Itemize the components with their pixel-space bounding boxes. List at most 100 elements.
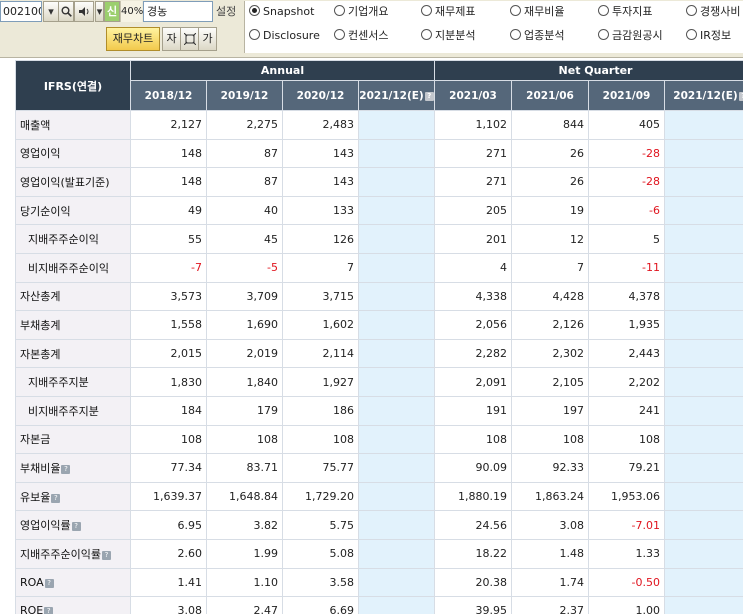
value-cell: 19 <box>511 195 590 226</box>
radio-investment-indicators[interactable]: 투자지표 <box>598 2 652 22</box>
financial-chart-button[interactable]: 재무차트 <box>106 27 160 51</box>
value-cell: 26 <box>511 167 590 197</box>
help-icon[interactable]: ? <box>101 550 111 560</box>
estimate-value-cell <box>357 138 436 169</box>
stock-code-input[interactable]: 002100 <box>0 1 42 22</box>
value-cell: 143 <box>282 138 359 169</box>
help-icon[interactable]: ? <box>61 464 71 474</box>
value-cell: 1.10 <box>206 567 283 598</box>
font-smaller-button[interactable]: 자 <box>162 27 181 51</box>
row-label: 매출액 <box>20 118 51 132</box>
value-cell: 108 <box>434 424 513 455</box>
estimate-value-cell <box>664 453 743 483</box>
radio-competitor-compare[interactable]: 경쟁사비 <box>686 2 740 22</box>
help-icon[interactable]: ? <box>738 91 743 101</box>
estimate-value-cell <box>357 395 436 426</box>
search-button[interactable] <box>58 1 74 22</box>
estimate-value-cell <box>357 510 436 540</box>
radio-fss-disclosure[interactable]: 금감원공시 <box>598 26 663 46</box>
estimate-value-cell <box>357 424 436 455</box>
row-label: ROA <box>20 575 44 589</box>
annual-group-header: Annual <box>129 60 436 81</box>
value-cell: 108 <box>511 424 590 455</box>
estimate-value-cell <box>664 195 743 226</box>
settings-link[interactable]: 설정 <box>216 1 242 22</box>
row-label: 자산총계 <box>20 290 61 304</box>
value-cell: 1.48 <box>511 538 590 569</box>
radio-disclosure[interactable]: Disclosure <box>249 26 320 46</box>
value-cell: 1,840 <box>206 367 283 397</box>
value-cell: 133 <box>282 195 359 226</box>
value-cell: 271 <box>434 138 513 169</box>
radio-ownership-analysis[interactable]: 지분분석 <box>421 26 475 46</box>
value-cell: 201 <box>434 224 513 254</box>
value-cell: 1.33 <box>588 538 666 569</box>
value-cell: 271 <box>434 167 513 197</box>
value-cell: 3.58 <box>282 567 359 598</box>
radio-financial-statements[interactable]: 재무제표 <box>421 2 475 22</box>
radio-industry-analysis[interactable]: 업종분석 <box>510 26 564 46</box>
radio-snapshot[interactable]: Snapshot <box>249 2 314 22</box>
company-name-field[interactable]: 경농 <box>143 1 213 22</box>
value-cell: 2,443 <box>588 338 666 369</box>
value-cell: 1.99 <box>206 538 283 569</box>
radio-consensus[interactable]: 컨센서스 <box>334 26 388 46</box>
value-cell: 1,602 <box>282 310 359 340</box>
table-row: 유보율? 1,639.37 1,648.84 1,729.20 1,880.19 1,86… <box>15 481 743 512</box>
value-cell: 1,102 <box>434 110 513 140</box>
value-cell: 75.77 <box>282 453 359 483</box>
radio-label: IR정보 <box>700 29 732 42</box>
financial-highlight-table: IFRS(연결) Annual Net Quarter 2018/12 2019… <box>15 60 743 614</box>
value-cell: -28 <box>588 138 666 169</box>
estimate-value-cell <box>357 224 436 254</box>
value-cell: 1.00 <box>588 596 666 614</box>
row-label: 지배주주지분 <box>28 376 89 390</box>
new-stock-button[interactable]: 신 <box>104 1 120 22</box>
estimate-value-cell <box>664 138 743 169</box>
value-cell: 5.08 <box>282 538 359 569</box>
row-label-cell: 당기순이익 <box>15 195 131 226</box>
value-cell: 205 <box>434 195 513 226</box>
value-cell: 3,709 <box>206 281 283 312</box>
value-cell: 6.95 <box>130 510 207 540</box>
row-label: 당기순이익 <box>20 204 71 218</box>
radio-dot-icon <box>510 29 521 40</box>
fit-window-button[interactable] <box>180 27 199 51</box>
radio-ir-info[interactable]: IR정보 <box>686 26 731 46</box>
table-row: 비지배주주지분 184 179 186 191 197 241 <box>15 395 743 426</box>
sound-dropdown-button[interactable]: ▾ <box>95 1 104 22</box>
help-icon[interactable]: ? <box>51 493 61 503</box>
value-cell: 108 <box>206 424 283 455</box>
radio-company-overview[interactable]: 기업개요 <box>334 2 388 22</box>
help-icon[interactable]: ? <box>71 522 81 532</box>
row-label-cell: 영업이익 <box>15 138 131 169</box>
estimate-value-cell <box>664 567 743 598</box>
column-header: 2021/06 <box>511 80 590 111</box>
value-cell: 3.08 <box>511 510 590 540</box>
help-icon[interactable]: ? <box>424 91 434 101</box>
value-cell: 126 <box>282 224 359 254</box>
value-cell: 2.60 <box>130 538 207 569</box>
table-row: 지배주주순이익률? 2.60 1.99 5.08 18.22 1.48 1.33 <box>15 538 743 569</box>
zoom-level-label: 40% <box>120 1 143 22</box>
estimate-value-cell <box>357 195 436 226</box>
stock-list-dropdown-button[interactable]: ▾ <box>43 1 59 22</box>
help-icon[interactable]: ? <box>44 607 54 614</box>
help-icon[interactable]: ? <box>44 578 54 588</box>
value-cell: 148 <box>130 138 207 169</box>
table-row: 매출액 2,127 2,275 2,483 1,102 844 405 <box>15 110 743 140</box>
value-cell: 1,648.84 <box>206 481 283 512</box>
radio-financial-ratios[interactable]: 재무비율 <box>510 2 564 22</box>
value-cell: 108 <box>130 424 207 455</box>
sound-button[interactable] <box>74 1 94 22</box>
radio-dot-icon <box>421 5 432 16</box>
estimate-value-cell <box>664 281 743 312</box>
row-label: 비지배주주지분 <box>28 404 99 418</box>
value-cell: 2,015 <box>130 338 207 369</box>
row-label: 유보율 <box>20 490 51 504</box>
value-cell: -6 <box>588 195 666 226</box>
estimate-value-cell <box>664 424 743 455</box>
font-larger-button[interactable]: 가 <box>198 27 217 51</box>
value-cell: 5.75 <box>282 510 359 540</box>
row-label-cell: 자산총계 <box>15 281 131 312</box>
